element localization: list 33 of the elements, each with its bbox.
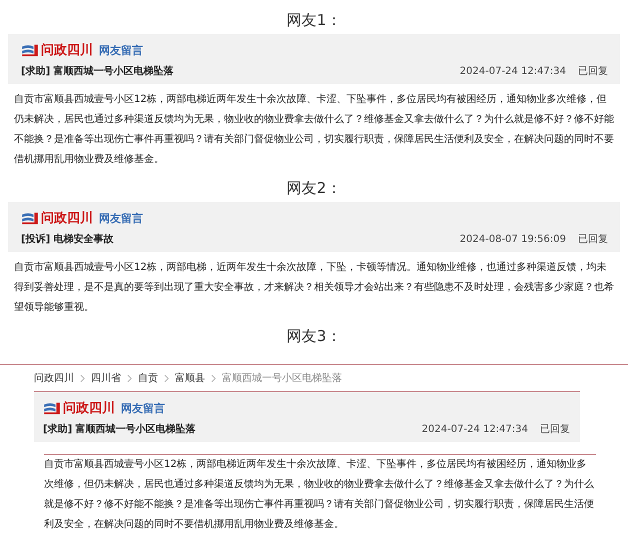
brand-name: 问政四川	[41, 210, 93, 227]
channel-label: 网友留言	[121, 400, 165, 416]
channel-label: 网友留言	[99, 42, 143, 58]
logo-icon	[43, 401, 61, 415]
logo-icon	[21, 211, 39, 225]
breadcrumb-link[interactable]: 富顺县	[175, 371, 205, 385]
chevron-icon	[164, 374, 169, 382]
breadcrumb-link[interactable]: 四川省	[91, 371, 121, 385]
post-time: 2024-08-07 19:56:09	[460, 234, 566, 244]
message-text: 自贡市富顺县西城壹号小区12栋，两部电梯近两年发生十余次故障、卡涩、下坠事件，多位居民均有被困经历，通知物业多次维修，但仍未解决，居民也通过多种渠道反馈均为无果，物业收的物业费拿去做什么了？维修基金又拿去做什么了？为什么就是修不好？修不好能不能换？是准备等出现伤亡事件再重视吗？请有关部门督促物业公司，切实履行职责，保障居民生活便利及安全，在解决问题的同时不要借机挪用乱用物业费及维修基金。	[44, 454, 596, 535]
chevron-icon	[211, 374, 216, 382]
message-title: [求助] 富顺西城一号小区电梯坠落	[21, 64, 175, 78]
post-time: 2024-07-24 12:47:34	[422, 424, 528, 434]
message-text: 自贡市富顺县西城壹号小区12栋，两部电梯近两年发生十余次故障、卡涩、下坠事件，多位居民均有被困经历，通知物业多次维修，但仍未解决，居民也通过多种渠道反馈均为无果，物业收的物业费拿去做什么了？维修基金又拿去做什么了？为什么就是修不好？修不好能不能换？是准备等出现伤亡事件再重视吗？请有关部门督促物业公司，切实履行职责，保障居民生活便利及安全，在解决问题的同时不要借机挪用乱用物业费及维修基金。	[14, 92, 614, 167]
chevron-icon	[80, 374, 85, 382]
post-time: 2024-07-24 12:47:34	[460, 66, 566, 76]
breadcrumb-link[interactable]: 问政四川	[34, 371, 74, 385]
breadcrumb-link[interactable]: 富顺西城一号小区电梯坠落	[222, 371, 342, 385]
brand-name: 问政四川	[63, 400, 115, 417]
message-text: 自贡市富顺县西城壹号小区12栋，两部电梯，近两年发生十余次故障，下坠，卡顿等情况。通知物业维修，也通过多种渠道反馈，均未得到妥善处理，是不是真的要等到出现了重大安全事故，才来解决？相关领导才会站出来？有些隐患不及时处理，会残害多少家庭？也希望领导能够重视。	[14, 260, 614, 315]
brand-name: 问政四川	[41, 42, 93, 59]
message-title: [求助] 富顺西城一号小区电梯坠落	[43, 422, 197, 436]
reply-status: 已回复	[540, 423, 570, 436]
reply-status: 已回复	[578, 65, 608, 78]
channel-label: 网友留言	[99, 210, 143, 226]
section-heading: 网友3：	[286, 326, 342, 346]
section-heading: 网友2：	[286, 178, 342, 198]
reply-status: 已回复	[578, 233, 608, 246]
chevron-icon	[127, 374, 132, 382]
logo-icon	[21, 43, 39, 57]
message-title: [投诉] 电梯安全事故	[21, 232, 115, 246]
breadcrumb-link[interactable]: 自贡	[138, 371, 158, 385]
section-heading: 网友1：	[286, 10, 342, 30]
